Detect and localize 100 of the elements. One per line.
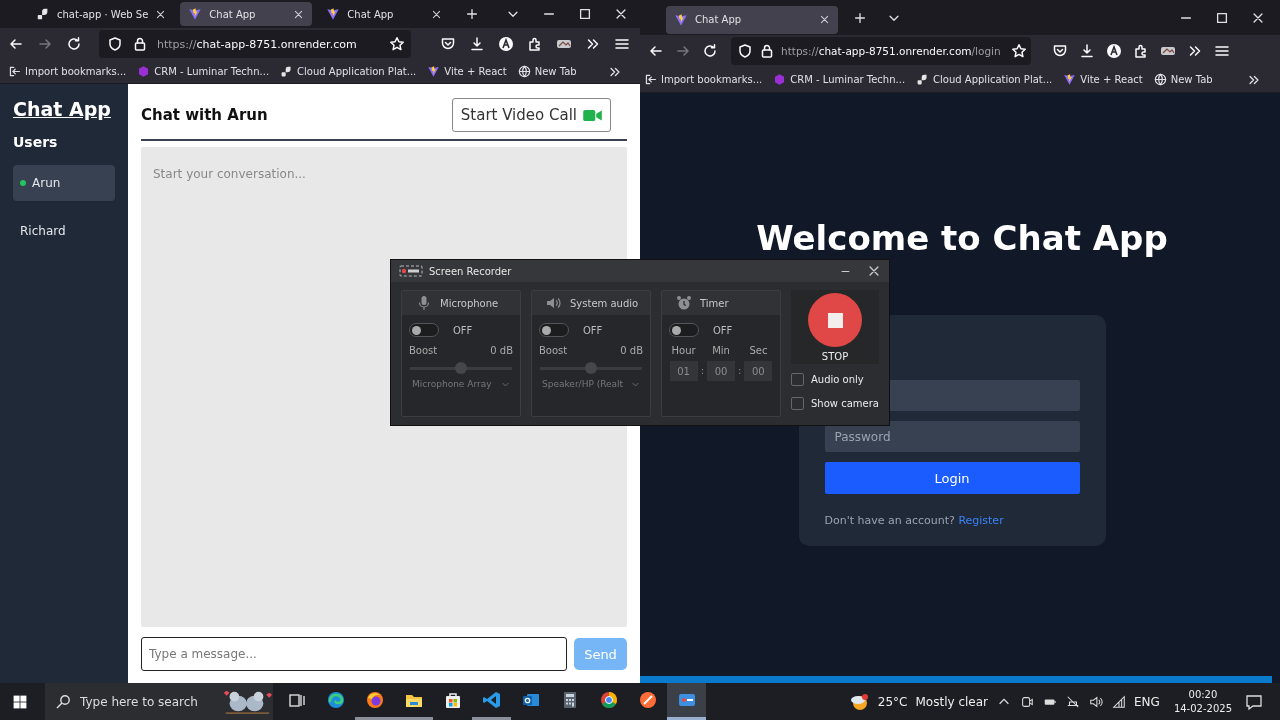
shield-icon — [107, 36, 123, 52]
network-off-icon[interactable] — [1066, 694, 1080, 709]
login-button[interactable]: Login — [824, 462, 1080, 494]
user-item[interactable]: Arun — [13, 165, 115, 201]
back-icon[interactable] — [8, 36, 24, 52]
time-unit-label: Sec — [749, 345, 768, 356]
register-link[interactable]: Register — [958, 514, 1004, 527]
clock-time[interactable]: 00:20 — [1188, 687, 1218, 702]
boost-value: 0 dB — [620, 345, 643, 356]
boost-value: 0 dB — [490, 345, 513, 356]
reload-icon[interactable] — [66, 36, 82, 52]
bookmark-link[interactable]: CRM - Luminar Techn... — [137, 65, 270, 78]
extensions-icon[interactable] — [1133, 43, 1149, 59]
bookmark-link[interactable]: Vite + React — [427, 65, 507, 78]
account-icon[interactable] — [498, 36, 514, 52]
pocket-icon[interactable] — [440, 36, 456, 52]
video-camera-icon — [583, 108, 602, 122]
bookmark-link[interactable]: Cloud Application Plat... — [280, 65, 417, 78]
browser-tab[interactable]: Chat App — [180, 2, 313, 26]
forward-icon[interactable] — [37, 36, 53, 52]
bookmark-link[interactable]: Cloud Application Plat... — [916, 73, 1053, 86]
checkbox[interactable] — [791, 396, 804, 410]
taskbar-search-field[interactable]: Type here to search — [45, 683, 273, 720]
extensions-icon[interactable] — [527, 36, 543, 52]
toggle-label: OFF — [583, 324, 603, 336]
time-separator: : — [738, 364, 742, 378]
bookmark-link[interactable]: CRM - Luminar Techn... — [773, 73, 906, 86]
start-button[interactable] — [12, 693, 28, 710]
signup-prompt: Don't have an account? — [824, 514, 955, 527]
window-title: Screen Recorder — [429, 265, 512, 277]
speaker-icon — [546, 295, 562, 311]
blocks-icon — [916, 73, 930, 86]
close-tab-icon[interactable] — [293, 8, 305, 20]
rec-logo-icon — [399, 263, 423, 279]
forward-icon[interactable] — [675, 43, 691, 59]
user-item[interactable]: Richard — [13, 213, 115, 249]
close-tab-icon[interactable] — [155, 8, 167, 20]
time-unit-label: Hour — [671, 345, 696, 356]
browser-tab[interactable]: Chat App — [666, 5, 838, 34]
clock-date[interactable]: 14-02-2025 — [1173, 701, 1232, 716]
maximize-icon[interactable] — [1215, 10, 1229, 25]
chat-title: Chat with Arun — [141, 106, 268, 124]
maximize-icon[interactable] — [578, 7, 593, 21]
more-tools-icon[interactable] — [1187, 43, 1203, 59]
address-bar[interactable]: https://chat-app-8751.onrender.com — [99, 30, 411, 58]
bookmark-link[interactable]: Import bookmarks... — [644, 73, 763, 86]
panel-title: System audio — [570, 297, 639, 309]
globe-icon — [1153, 73, 1167, 86]
volume-icon[interactable] — [1089, 694, 1103, 709]
bookmark-star-icon[interactable] — [389, 36, 405, 52]
lightning-shield-icon — [427, 65, 441, 78]
address-bar[interactable]: https://chat-app-8751.onrender.com/login — [731, 37, 1031, 65]
account-icon[interactable] — [1106, 43, 1122, 59]
menu-icon[interactable] — [1214, 43, 1230, 59]
page-heading: Welcome to Chat App — [755, 219, 1168, 257]
panel-title: Timer — [700, 297, 729, 309]
browser-tab[interactable]: chat-app · Web Se — [28, 2, 175, 26]
checkbox[interactable] — [791, 372, 804, 386]
video-call-button[interactable]: Start Video Call — [451, 98, 611, 132]
time-unit-label: Min — [712, 345, 730, 356]
option-label: Show camera — [811, 397, 879, 409]
import-icon — [644, 73, 657, 86]
bookmark-link[interactable]: New Tab — [517, 65, 577, 78]
bookmark-star-icon[interactable] — [1011, 43, 1027, 59]
download-icon[interactable] — [469, 36, 485, 52]
bookmark-link[interactable]: New Tab — [1153, 73, 1213, 86]
close-tab-icon[interactable] — [819, 14, 830, 25]
language-indicator[interactable]: ENG — [1134, 694, 1160, 709]
lightning-shield-icon — [674, 12, 688, 27]
message-input[interactable]: Type a message... — [141, 637, 567, 671]
download-icon[interactable] — [1079, 43, 1095, 59]
more-tools-icon[interactable] — [585, 36, 601, 52]
stop-button[interactable] — [808, 293, 862, 347]
browser-tab[interactable]: Chat App — [318, 2, 451, 26]
close-tab-icon[interactable] — [431, 8, 443, 20]
back-icon[interactable] — [648, 43, 664, 59]
close-icon[interactable] — [867, 264, 881, 278]
wifi-icon[interactable] — [1112, 694, 1126, 709]
boost-label: Boost — [539, 345, 568, 356]
menu-icon[interactable] — [614, 36, 630, 52]
hexagon-icon — [137, 65, 151, 78]
temperature: 25°C — [877, 694, 908, 709]
camera-icon[interactable] — [1020, 694, 1034, 709]
lightning-shield-icon — [1063, 73, 1077, 86]
globe-icon — [517, 65, 531, 78]
new-tab-icon[interactable] — [465, 7, 480, 21]
alarm-clock-icon — [676, 295, 692, 311]
bookmark-link[interactable]: Vite + React — [1063, 73, 1143, 86]
password-field[interactable]: Password — [824, 421, 1080, 452]
pocket-icon[interactable] — [1052, 43, 1068, 59]
reload-icon[interactable] — [702, 43, 718, 59]
blocks-icon — [280, 65, 294, 78]
stop-label: STOP — [821, 351, 849, 362]
new-tab-icon[interactable] — [853, 10, 867, 25]
recorder-icon[interactable] — [667, 683, 706, 720]
shield-icon — [737, 43, 753, 59]
toggle-label: OFF — [713, 324, 733, 336]
weather-icon — [849, 691, 870, 712]
bookmark-link[interactable]: Import bookmarks... — [8, 65, 127, 78]
app-title: Chat App — [13, 98, 112, 120]
